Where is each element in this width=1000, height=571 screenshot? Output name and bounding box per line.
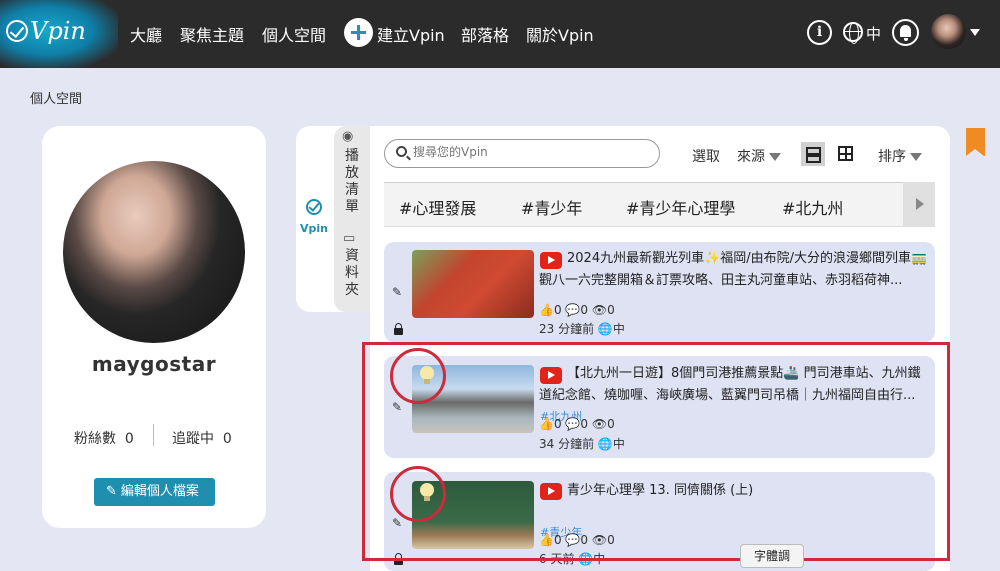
list-view-icon[interactable]: [801, 142, 825, 166]
followers-label[interactable]: 粉絲數 0: [74, 428, 134, 448]
nav-about[interactable]: 關於Vpin: [526, 22, 594, 46]
logo-text: Vpin: [30, 17, 86, 45]
vpin-tab-icon[interactable]: [306, 199, 322, 215]
plus-icon[interactable]: [344, 18, 373, 47]
tag-chip[interactable]: #青少年心理學: [626, 195, 735, 219]
chevron-right-icon[interactable]: [903, 182, 935, 227]
info-icon[interactable]: i: [807, 20, 832, 45]
sort-dropdown[interactable]: 排序: [878, 146, 922, 166]
nav-blog[interactable]: 部落格: [461, 22, 509, 46]
lock-icon: [394, 323, 403, 335]
following-label[interactable]: 追蹤中 0: [172, 428, 232, 448]
tag-chip[interactable]: #青少年: [521, 195, 582, 219]
followers-count: 0: [124, 431, 134, 447]
bell-icon[interactable]: [892, 19, 919, 46]
following-count: 0: [222, 431, 232, 447]
bookmark-icon[interactable]: [966, 128, 985, 156]
video-meta: 23 分鐘前 🌐中: [539, 322, 625, 336]
tab-vpin[interactable]: Vpin: [300, 222, 328, 235]
nav-personal-space[interactable]: 個人空間: [262, 22, 326, 46]
playlist-icon: ◉: [342, 129, 354, 144]
nav-featured-topics[interactable]: 聚焦主題: [180, 22, 244, 46]
profile-card: maygostar: [42, 126, 266, 528]
breadcrumb: 個人空間: [30, 92, 83, 107]
video-thumbnail[interactable]: [412, 250, 534, 318]
globe-icon[interactable]: [843, 22, 863, 44]
video-stats: 👍0 💬0 👁0: [539, 303, 615, 317]
chevron-down-icon[interactable]: [970, 29, 980, 36]
source-dropdown[interactable]: 來源: [737, 146, 781, 166]
tab-playlist[interactable]: 播 放 清 單: [340, 148, 364, 216]
chevron-down-icon: [910, 153, 922, 161]
font-size-tooltip[interactable]: 字體調: [740, 544, 804, 568]
grid-view-icon[interactable]: [838, 146, 853, 161]
top-nav: Vpin 大廳 聚焦主題 個人空間 建立Vpin 部落格 關於Vpin i 中: [0, 0, 1000, 68]
stat-divider: [153, 424, 154, 446]
nav-lobby[interactable]: 大廳: [130, 22, 162, 46]
language-selector[interactable]: 中: [866, 23, 881, 44]
edit-profile-button[interactable]: 編輯個人檔案: [94, 478, 215, 506]
search-input[interactable]: [413, 145, 653, 159]
tag-chip[interactable]: #心理發展: [399, 195, 476, 219]
avatar[interactable]: [931, 14, 966, 49]
username: maygostar: [91, 352, 217, 376]
chevron-down-icon: [769, 153, 781, 161]
edit-icon[interactable]: ✎: [392, 285, 402, 299]
video-title[interactable]: 2024九州最新觀光列車✨福岡/由布院/大分的浪漫鄉間列車🚃觀八一六完整開箱＆訂…: [539, 248, 929, 292]
tab-folder[interactable]: 資 料 夾: [340, 248, 364, 299]
folder-icon: ▭: [343, 231, 356, 246]
tag-chip[interactable]: #北九州: [782, 195, 843, 219]
search-icon: [396, 146, 407, 157]
highlight-box: [362, 342, 950, 561]
profile-avatar: [63, 161, 245, 343]
select-button[interactable]: 選取: [692, 146, 720, 166]
vpin-check-icon: [6, 20, 28, 42]
nav-create-vpin[interactable]: 建立Vpin: [377, 22, 445, 46]
logo[interactable]: Vpin: [0, 0, 118, 68]
list-item[interactable]: 2024九州最新觀光列車✨福岡/由布院/大分的浪漫鄉間列車🚃觀八一六完整開箱＆訂…: [384, 242, 935, 342]
